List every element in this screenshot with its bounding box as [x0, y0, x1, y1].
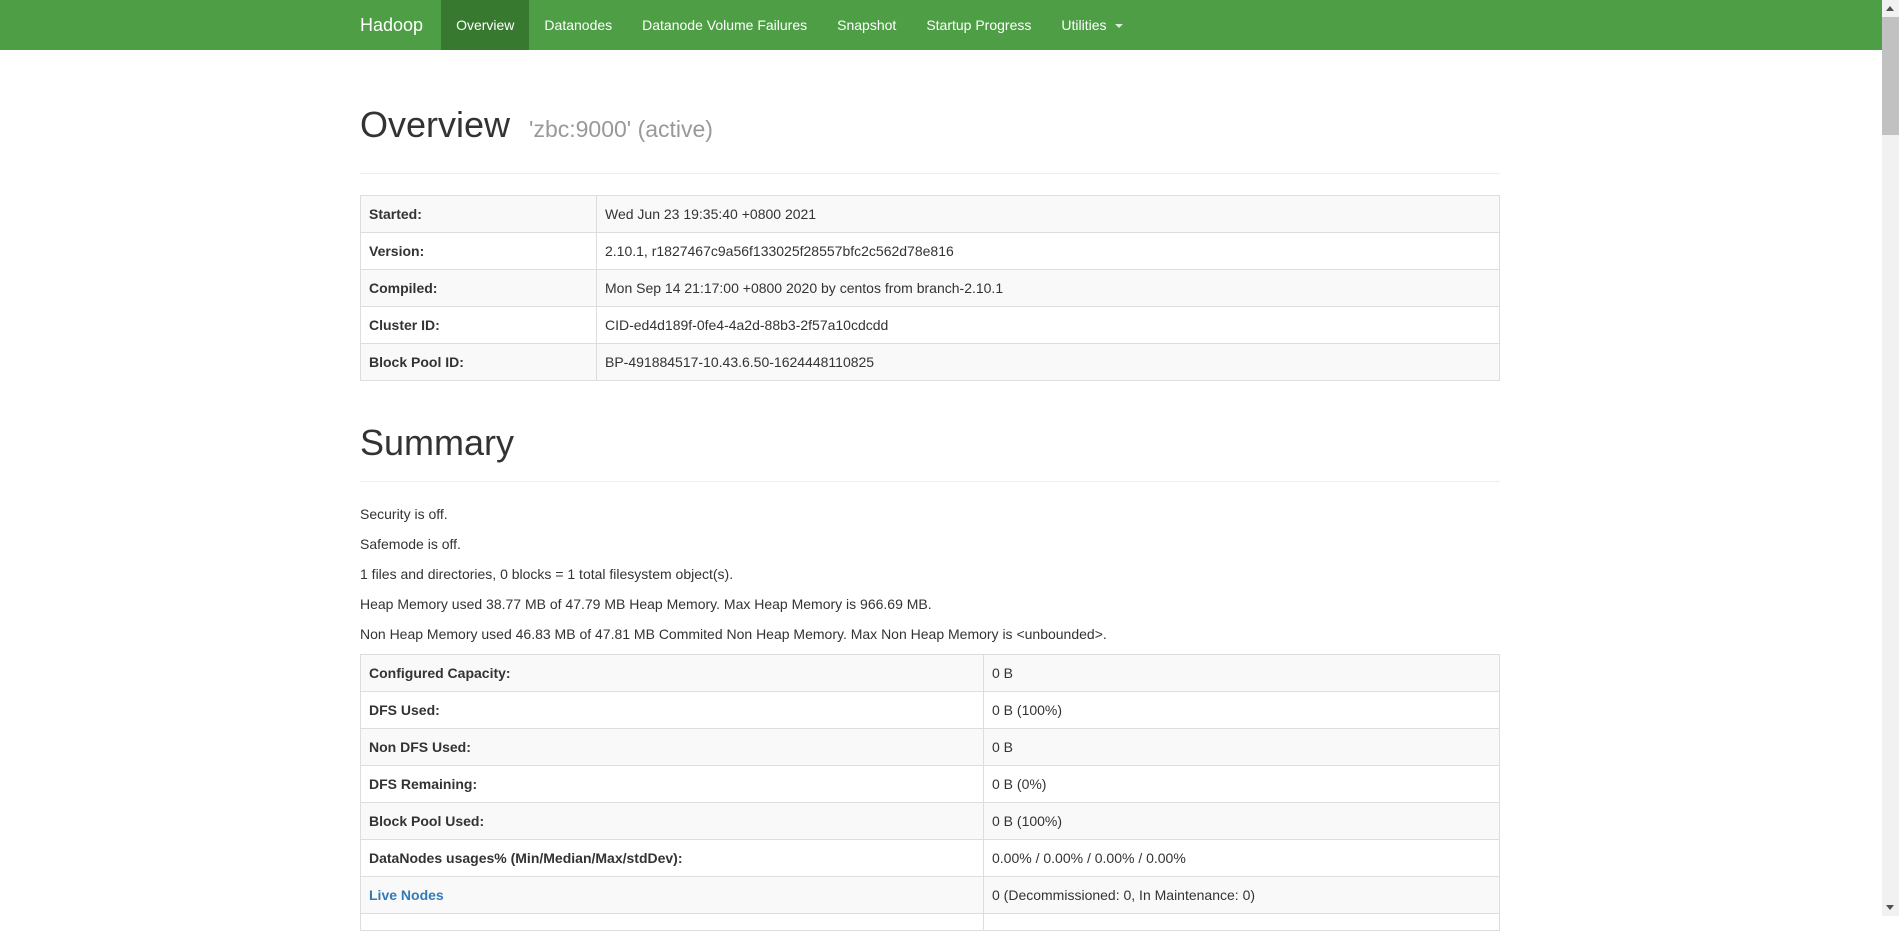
- table-row: Block Pool Used: 0 B (100%): [360, 802, 1500, 840]
- live-nodes-link[interactable]: Live Nodes: [369, 887, 444, 903]
- top-navbar: Hadoop Overview Datanodes Datanode Volum…: [0, 0, 1899, 50]
- page-title-text: Overview: [360, 104, 511, 145]
- row-value: [983, 913, 1500, 931]
- row-label: DFS Used:: [360, 691, 984, 729]
- row-value: Wed Jun 23 19:35:40 +0800 2021: [596, 195, 1500, 233]
- row-value: 0 B: [983, 654, 1500, 692]
- filesystem-objects-status: 1 files and directories, 0 blocks = 1 to…: [360, 566, 734, 582]
- row-label: Configured Capacity:: [360, 654, 984, 692]
- security-status: Security is off.: [360, 506, 448, 522]
- scroll-down-button[interactable]: [1882, 899, 1899, 916]
- row-label: [360, 913, 984, 931]
- nav-tab-datanodes-label: Datanodes: [544, 17, 613, 33]
- table-row: Cluster ID: CID-ed4d189f-0fe4-4a2d-88b3-…: [360, 306, 1500, 344]
- row-label: Started:: [360, 195, 597, 233]
- table-row: Block Pool ID: BP-491884517-10.43.6.50-1…: [360, 343, 1500, 381]
- nav-tab-startup-progress-label: Startup Progress: [926, 17, 1032, 33]
- row-label: Version:: [360, 232, 597, 270]
- nav-tab-overview[interactable]: Overview: [441, 0, 530, 50]
- namenode-address: 'zbc:9000' (active): [529, 116, 713, 142]
- row-label: DFS Remaining:: [360, 765, 984, 803]
- safemode-status: Safemode is off.: [360, 536, 461, 552]
- scroll-up-button[interactable]: [1882, 0, 1899, 17]
- heap-memory-status: Heap Memory used 38.77 MB of 47.79 MB He…: [360, 596, 932, 612]
- table-row: DFS Used: 0 B (100%): [360, 691, 1500, 729]
- row-label: DataNodes usages% (Min/Median/Max/stdDev…: [360, 839, 984, 877]
- scroll-up-arrow-icon: [1886, 6, 1894, 11]
- row-label: Cluster ID:: [360, 306, 597, 344]
- row-value: 0 B (100%): [983, 691, 1500, 729]
- table-row: Configured Capacity: 0 B: [360, 654, 1500, 692]
- row-value: 0 B (0%): [983, 765, 1500, 803]
- row-value: 0 (Decommissioned: 0, In Maintenance: 0): [983, 876, 1500, 914]
- page-title: Overview 'zbc:9000' (active): [360, 105, 1500, 149]
- row-value: 0 B (100%): [983, 802, 1500, 840]
- overview-info-table: Started: Wed Jun 23 19:35:40 +0800 2021 …: [360, 195, 1500, 381]
- summary-title: Summary: [360, 422, 515, 463]
- row-label: Block Pool ID:: [360, 343, 597, 381]
- vertical-scrollbar[interactable]: [1882, 0, 1899, 916]
- navbar-inner: Hadoop Overview Datanodes Datanode Volum…: [360, 0, 1899, 50]
- scrollbar-thumb[interactable]: [1882, 17, 1899, 135]
- table-row: Version: 2.10.1, r1827467c9a56f133025f28…: [360, 232, 1500, 270]
- table-row-partial: [360, 913, 1500, 931]
- row-label: Block Pool Used:: [360, 802, 984, 840]
- main-content: Overview 'zbc:9000' (active) Started: We…: [360, 105, 1500, 931]
- row-label: Non DFS Used:: [360, 728, 984, 766]
- table-row: Non DFS Used: 0 B: [360, 728, 1500, 766]
- table-row: Started: Wed Jun 23 19:35:40 +0800 2021: [360, 195, 1500, 233]
- nav-tab-startup-progress[interactable]: Startup Progress: [911, 0, 1046, 50]
- row-label: Compiled:: [360, 269, 597, 307]
- scroll-down-arrow-icon: [1886, 905, 1894, 910]
- chevron-down-icon: [1115, 24, 1124, 29]
- row-value: 0.00% / 0.00% / 0.00% / 0.00%: [983, 839, 1500, 877]
- table-row: Compiled: Mon Sep 14 21:17:00 +0800 2020…: [360, 269, 1500, 307]
- row-label: Live Nodes: [360, 876, 984, 914]
- hadoop-brand-link[interactable]: Hadoop: [360, 0, 441, 50]
- overview-header: Overview 'zbc:9000' (active): [360, 105, 1500, 174]
- nav-tab-utilities[interactable]: Utilities: [1046, 0, 1138, 50]
- table-row: Live Nodes 0 (Decommissioned: 0, In Main…: [360, 876, 1500, 914]
- nav-tab-datanodes[interactable]: Datanodes: [529, 0, 627, 50]
- nav-tab-snapshot[interactable]: Snapshot: [822, 0, 911, 50]
- row-value: BP-491884517-10.43.6.50-1624448110825: [596, 343, 1500, 381]
- table-row: DataNodes usages% (Min/Median/Max/stdDev…: [360, 839, 1500, 877]
- nav-menu: Overview Datanodes Datanode Volume Failu…: [441, 0, 1138, 50]
- non-heap-memory-status: Non Heap Memory used 46.83 MB of 47.81 M…: [360, 626, 1107, 642]
- nav-tab-datanode-volume-failures-label: Datanode Volume Failures: [642, 17, 808, 33]
- hadoop-namenode-page: Hadoop Overview Datanodes Datanode Volum…: [0, 0, 1899, 931]
- nav-tab-utilities-label: Utilities: [1061, 17, 1107, 33]
- row-value: 2.10.1, r1827467c9a56f133025f28557bfc2c5…: [596, 232, 1500, 270]
- row-value: 0 B: [983, 728, 1500, 766]
- row-value: CID-ed4d189f-0fe4-4a2d-88b3-2f57a10cdcdd: [596, 306, 1500, 344]
- summary-header: Summary: [360, 423, 1500, 482]
- nav-tab-snapshot-label: Snapshot: [837, 17, 897, 33]
- nav-tab-overview-label: Overview: [456, 17, 515, 33]
- nav-tab-datanode-volume-failures[interactable]: Datanode Volume Failures: [627, 0, 822, 50]
- table-row: DFS Remaining: 0 B (0%): [360, 765, 1500, 803]
- summary-info-table: Configured Capacity: 0 B DFS Used: 0 B (…: [360, 654, 1500, 931]
- summary-status-block: Security is off. Safemode is off. 1 file…: [360, 482, 1500, 644]
- row-value: Mon Sep 14 21:17:00 +0800 2020 by centos…: [596, 269, 1500, 307]
